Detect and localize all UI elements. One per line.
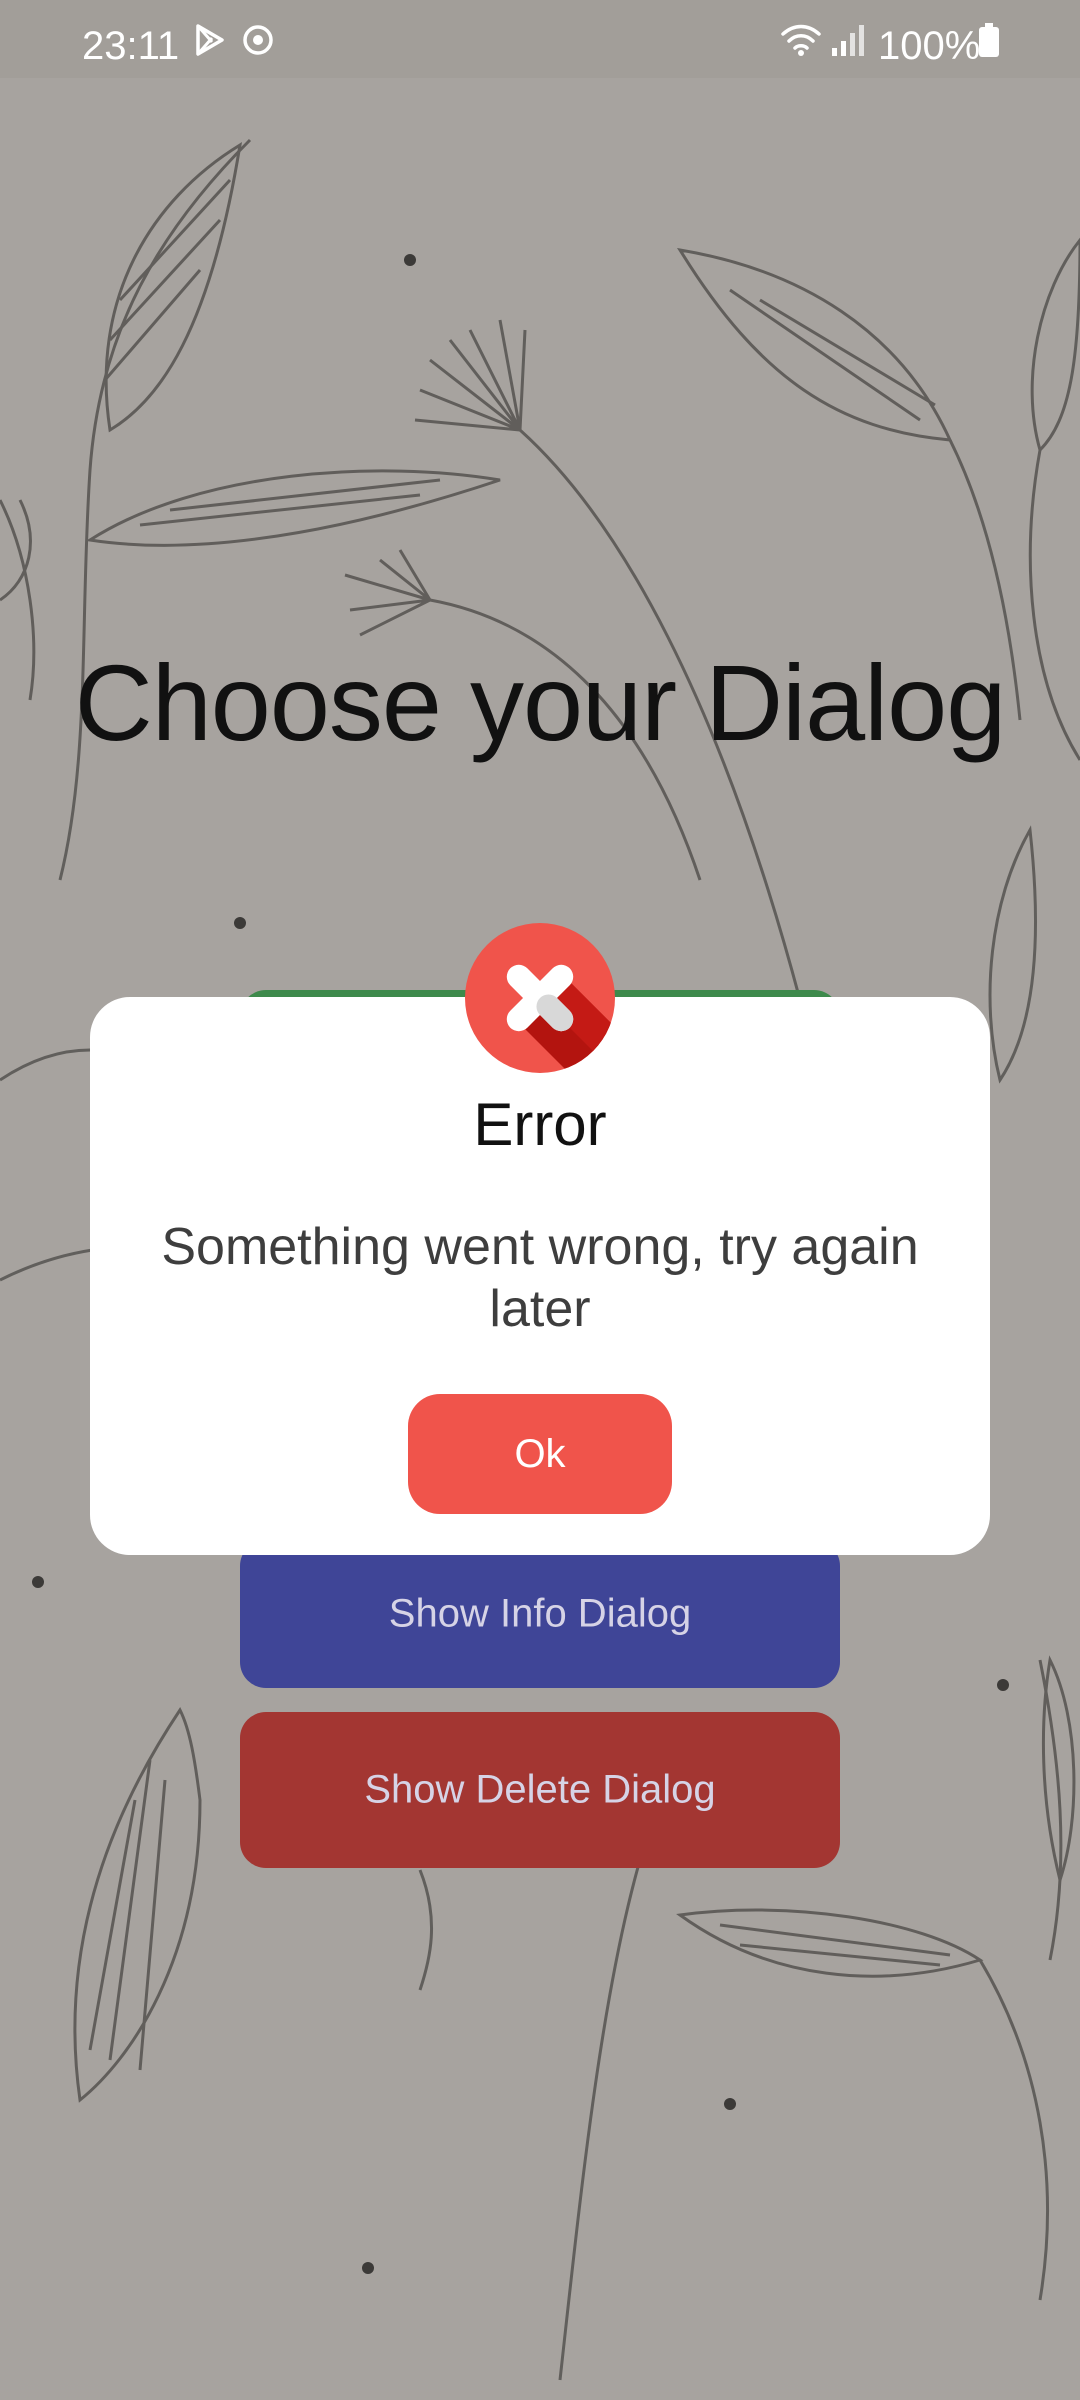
app-screen: 23:11 100% Choose your Dialog Show Info … bbox=[0, 0, 1080, 2400]
battery-icon bbox=[979, 23, 999, 57]
play-store-icon bbox=[196, 24, 224, 56]
signal-icon bbox=[832, 25, 864, 56]
show-info-dialog-label: Show Info Dialog bbox=[388, 1591, 692, 1636]
wifi-icon bbox=[781, 24, 821, 56]
show-delete-dialog-button[interactable]: Show Delete Dialog bbox=[240, 1712, 840, 1868]
status-bar: 23:11 100% bbox=[0, 0, 1080, 78]
page-title: Choose your Dialog bbox=[74, 642, 1007, 763]
status-time: 23:11 bbox=[82, 24, 180, 68]
ok-button[interactable]: Ok bbox=[408, 1394, 672, 1514]
dialog-message: Something went wrong, try again later bbox=[161, 1218, 919, 1338]
show-delete-dialog-label: Show Delete Dialog bbox=[364, 1767, 716, 1812]
sync-icon bbox=[243, 25, 273, 55]
show-info-dialog-button[interactable]: Show Info Dialog bbox=[240, 1540, 840, 1688]
error-x-icon bbox=[465, 923, 615, 1073]
battery-percent: 100% bbox=[878, 24, 981, 68]
dialog-title: Error bbox=[473, 1091, 607, 1158]
